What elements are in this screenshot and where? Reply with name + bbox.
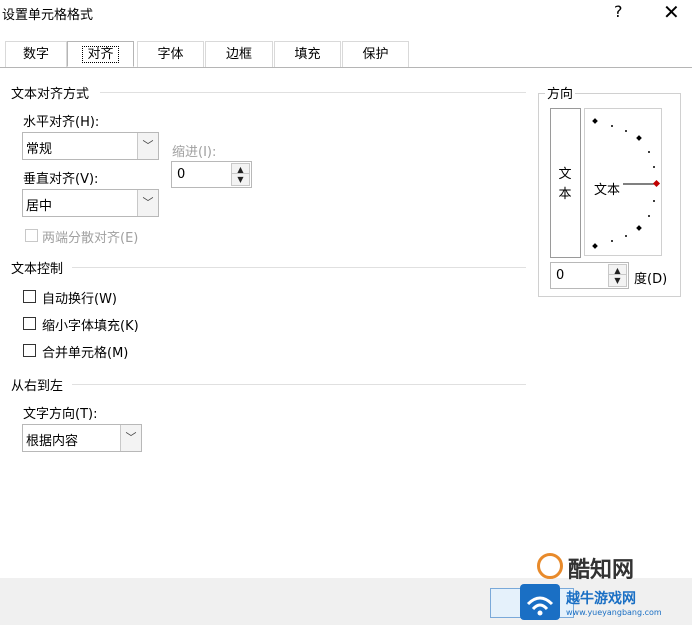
wifi-icon: [526, 596, 554, 616]
vertical-text-box[interactable]: 文本: [550, 108, 581, 258]
watermark-wifi-icon: [520, 584, 560, 620]
vertical-alignment-label: 垂直对齐(V):: [23, 172, 99, 187]
merge-cells-label: 合并单元格(M): [42, 346, 129, 361]
tab-protection[interactable]: 保护: [342, 41, 409, 67]
watermark-logo-icon: [537, 553, 563, 579]
chevron-down-icon[interactable]: ﹀: [120, 425, 141, 451]
wrap-text-label: 自动换行(W): [42, 292, 117, 307]
text-direction-value: 根据内容: [26, 434, 79, 449]
justify-distributed-label: 两端分散对齐(E): [42, 231, 139, 246]
text-direction-label: 文字方向(T):: [23, 407, 98, 422]
degree-label: 度(D): [634, 272, 668, 287]
merge-cells-checkbox[interactable]: [23, 344, 36, 357]
shrink-to-fit-label: 缩小字体填充(K): [42, 319, 139, 334]
tab-alignment[interactable]: 对齐: [67, 41, 134, 67]
watermark-site-url: www.yueyangbang.com: [566, 608, 662, 617]
orientation-group-title: 方向: [545, 83, 576, 102]
chevron-down-icon[interactable]: ﹀: [137, 133, 158, 159]
orientation-dial[interactable]: 文本: [584, 108, 662, 256]
tab-label: 填充: [294, 47, 321, 62]
tab-label: 对齐: [82, 46, 119, 63]
horizontal-alignment-value: 常规: [26, 142, 53, 157]
spin-down-icon[interactable]: ▼: [231, 173, 250, 186]
indent-spinner[interactable]: 0 ▲ ▼: [171, 161, 252, 188]
tab-label: 数字: [22, 47, 49, 62]
vertical-alignment-select[interactable]: 居中 ﹀: [22, 189, 159, 217]
vertical-text: 文本: [558, 167, 572, 202]
tab-label: 字体: [157, 47, 184, 62]
justify-distributed-checkbox[interactable]: [25, 229, 38, 242]
text-direction-select[interactable]: 根据内容 ﹀: [22, 424, 142, 452]
tab-label: 保护: [362, 47, 389, 62]
chevron-down-icon[interactable]: ﹀: [137, 190, 158, 216]
shrink-to-fit-checkbox[interactable]: [23, 317, 36, 330]
indent-value: 0: [177, 167, 186, 182]
spin-down-icon[interactable]: ▼: [608, 274, 627, 287]
tab-strip-border: [0, 67, 692, 68]
watermark-site-name: 酷知网: [568, 558, 635, 583]
text-alignment-group-title: 文本对齐方式: [11, 87, 90, 102]
degree-spinner[interactable]: 0 ▲ ▼: [550, 262, 629, 289]
tab-label: 边框: [225, 47, 252, 62]
indent-label: 缩进(I):: [172, 145, 217, 160]
close-button[interactable]: ✕: [663, 2, 680, 22]
help-button[interactable]: ?: [614, 2, 623, 21]
tab-font[interactable]: 字体: [137, 41, 204, 67]
vertical-alignment-value: 居中: [26, 199, 53, 214]
tab-border[interactable]: 边框: [205, 41, 273, 67]
horizontal-alignment-label: 水平对齐(H):: [23, 115, 100, 130]
degree-value: 0: [556, 268, 565, 283]
wrap-text-checkbox[interactable]: [23, 290, 36, 303]
horizontal-alignment-select[interactable]: 常规 ﹀: [22, 132, 159, 160]
group-divider: [72, 384, 526, 385]
dialog-title: 设置单元格格式: [2, 8, 94, 23]
text-control-group-title: 文本控制: [11, 262, 64, 277]
tab-fill[interactable]: 填充: [274, 41, 341, 67]
rtl-group-title: 从右到左: [11, 379, 64, 394]
watermark-site-name-2: 越牛游戏网: [566, 591, 636, 607]
horizontal-text: 文本: [594, 183, 621, 198]
tab-number[interactable]: 数字: [5, 41, 67, 67]
group-divider: [72, 267, 526, 268]
group-divider: [100, 92, 526, 93]
